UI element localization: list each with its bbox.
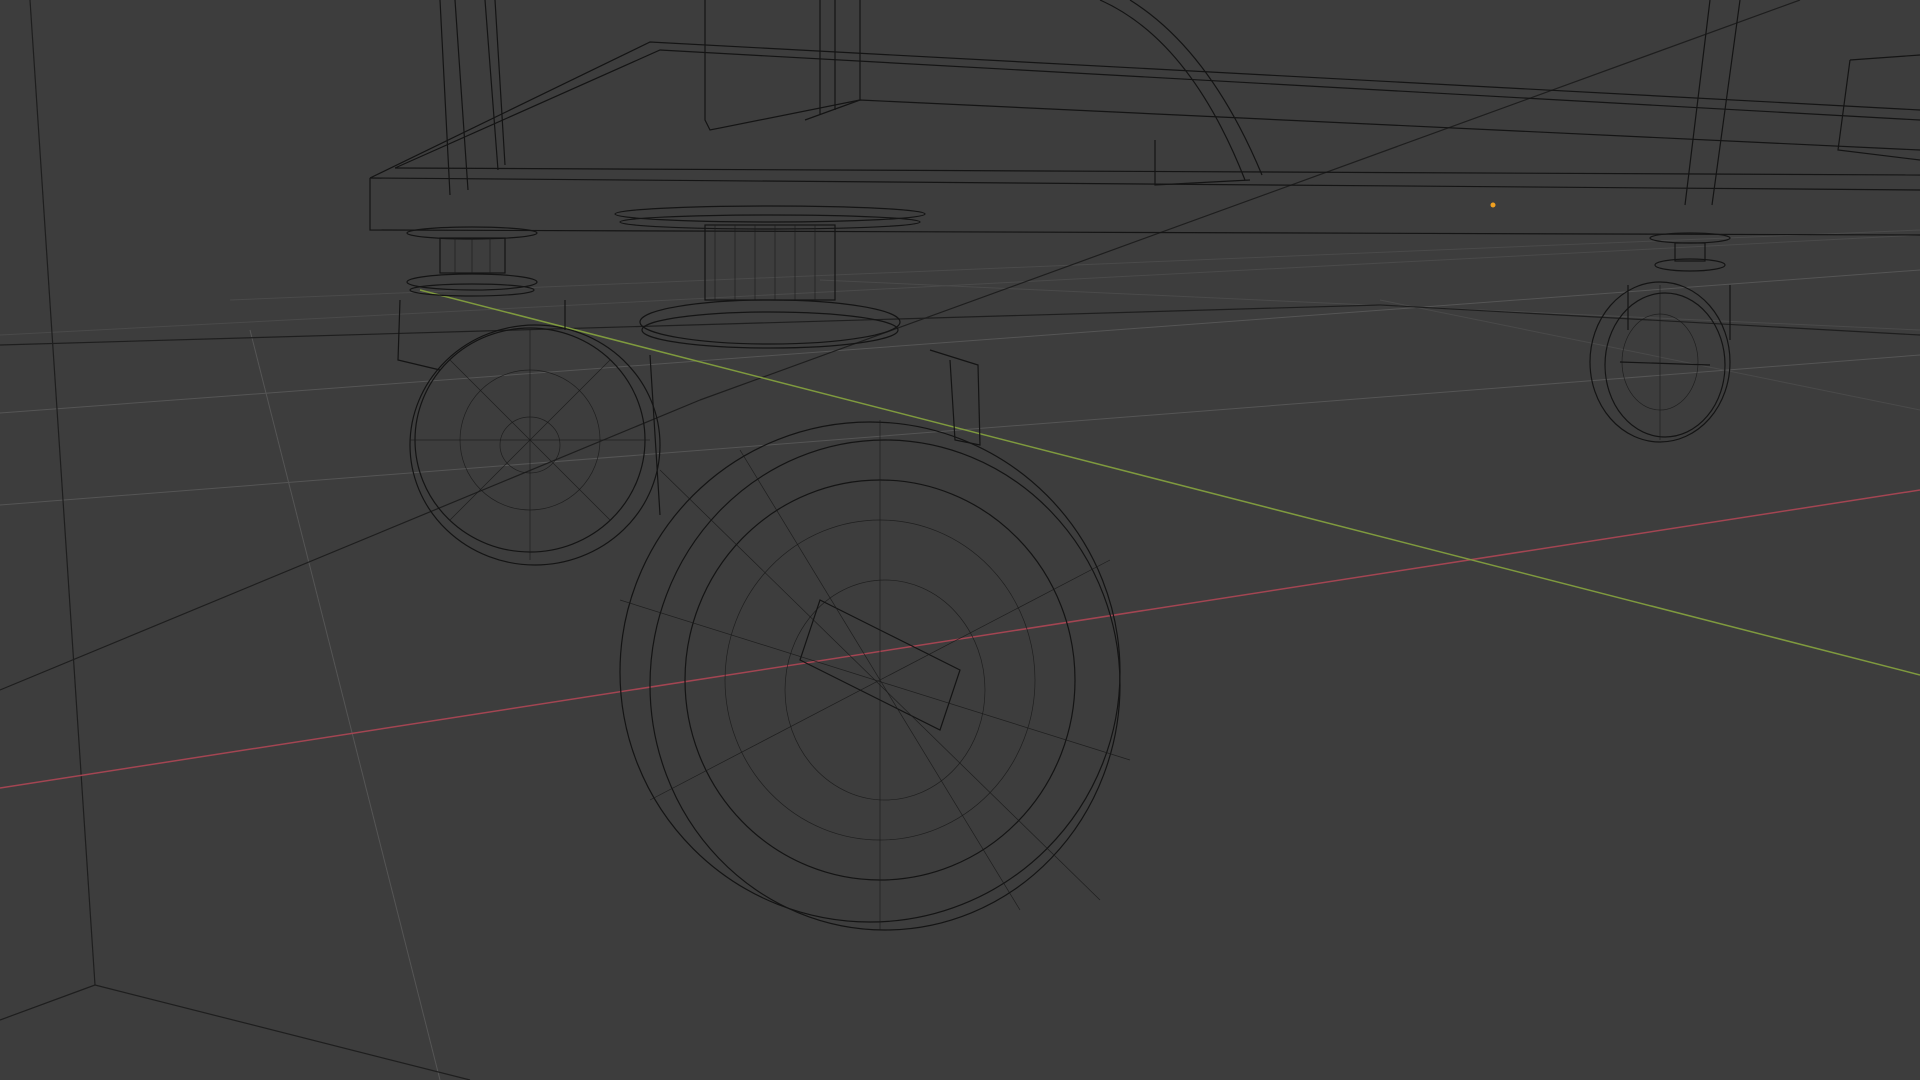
caster-wheel-rear-right[interactable]	[1589, 232, 1731, 443]
wireframe-scene[interactable]	[0, 0, 1920, 1080]
3d-viewport[interactable]	[0, 0, 1920, 1080]
room-edges	[0, 0, 1920, 1080]
caster-wheel-front-small[interactable]	[397, 226, 661, 566]
y-axis-line	[419, 289, 1920, 676]
cart-base[interactable]	[369, 0, 1920, 236]
floor-grid	[0, 229, 1920, 1080]
x-axis-line	[0, 489, 1920, 789]
origin-dot	[1490, 202, 1496, 208]
